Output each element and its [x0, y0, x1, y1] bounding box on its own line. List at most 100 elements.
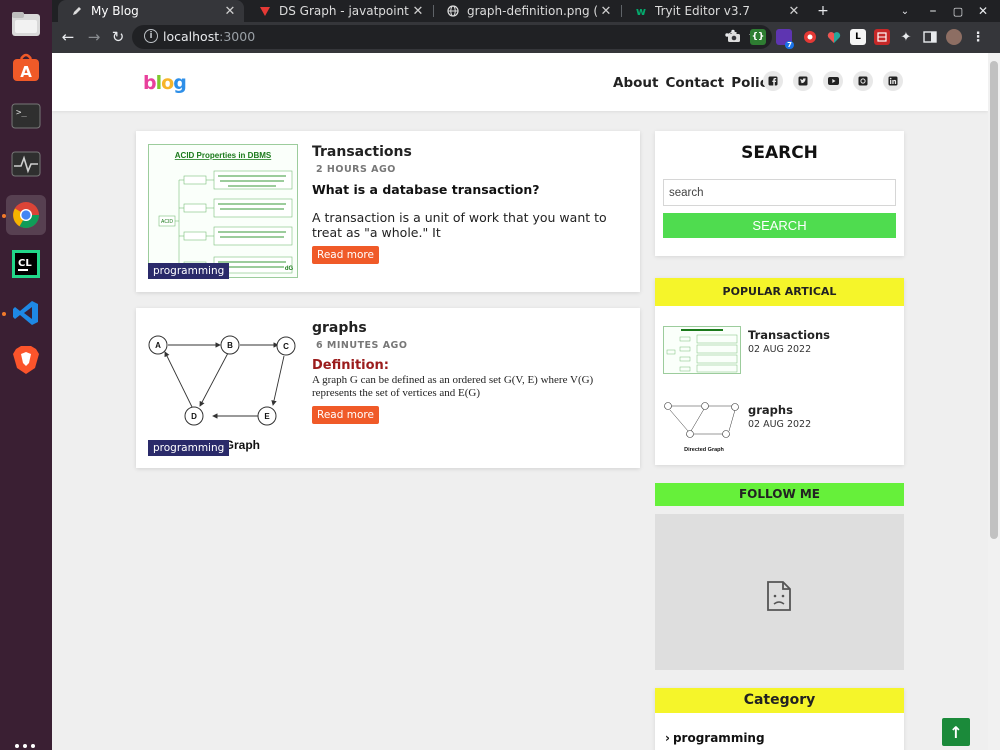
popular-articles-widget: POPULAR ARTICAL Transactions 02 AUG 2022: [655, 278, 904, 465]
graph-node-label: E: [264, 412, 270, 421]
read-more-button[interactable]: Read more: [312, 406, 379, 424]
popular-item-title[interactable]: Transactions: [748, 328, 830, 342]
graph-node-label: B: [227, 341, 233, 350]
chrome-menu-icon[interactable]: ⋮: [970, 29, 986, 45]
maximize-icon[interactable]: ▢: [947, 0, 969, 22]
facebook-icon[interactable]: [763, 71, 783, 91]
clion-app-icon[interactable]: CL: [6, 244, 46, 284]
record-extension-icon[interactable]: [802, 29, 818, 45]
terminal-app-icon[interactable]: >_: [6, 96, 46, 136]
json-extension-icon[interactable]: {}: [750, 29, 766, 45]
tab-my-blog[interactable]: My Blog ✕: [58, 0, 244, 22]
post-thumbnail[interactable]: ACID Properties in DBMS ACID dG: [148, 144, 298, 278]
follow-title: FOLLOW ME: [655, 483, 904, 506]
minimize-icon[interactable]: –: [922, 0, 944, 22]
category-badge[interactable]: programming: [148, 440, 230, 456]
svg-text:>_: >_: [16, 108, 27, 118]
site-header: blog About Contact Policy: [52, 53, 988, 111]
graph-node-label: D: [191, 412, 197, 421]
search-button[interactable]: SEARCH: [663, 213, 896, 238]
url-host: localhost: [163, 29, 220, 44]
read-more-button[interactable]: Read more: [312, 246, 379, 264]
system-monitor-icon[interactable]: [6, 144, 46, 184]
extension-badge-count: 7: [785, 41, 794, 49]
post-card: A B C D E d Graph programming graphs 6 M…: [136, 308, 640, 468]
popular-item[interactable]: Directed Graph: [663, 398, 741, 458]
blog-logo[interactable]: blog: [143, 72, 187, 94]
nav-about[interactable]: About: [613, 75, 658, 91]
ubuntu-dock: A >_ CL: [0, 0, 52, 750]
search-input[interactable]: [663, 179, 896, 206]
site-info-icon[interactable]: i: [144, 29, 158, 43]
logo-letter: g: [173, 72, 187, 94]
popular-thumbnail: Directed Graph: [664, 402, 739, 453]
nav-contact[interactable]: Contact: [665, 75, 724, 91]
page-viewport: blog About Contact Policy ACID Propertie…: [52, 53, 988, 750]
close-tab-icon[interactable]: ✕: [410, 4, 426, 19]
post-subtitle: What is a database transaction?: [312, 182, 540, 197]
close-tab-icon[interactable]: ✕: [222, 4, 238, 19]
close-tab-icon[interactable]: ✕: [598, 4, 614, 19]
popular-item[interactable]: [663, 326, 741, 378]
back-to-top-button[interactable]: ↑: [942, 718, 970, 746]
heart-extension-icon[interactable]: [826, 29, 842, 45]
graph-node-label: C: [283, 342, 289, 351]
post-time: 2 HOURS AGO: [316, 164, 396, 175]
youtube-icon[interactable]: [823, 71, 843, 91]
post-title[interactable]: Transactions: [312, 144, 412, 160]
category-item-label: programming: [672, 731, 765, 745]
popular-thumb-caption: Directed Graph: [684, 447, 724, 453]
profile-avatar-icon[interactable]: [946, 29, 962, 45]
lighthouse-extension-icon[interactable]: L: [850, 29, 866, 45]
main-nav: About Contact Policy: [613, 75, 777, 91]
svg-text:CL: CL: [18, 258, 32, 269]
brave-app-icon[interactable]: [6, 340, 46, 380]
new-tab-icon[interactable]: +: [812, 0, 834, 22]
extension-badge-icon[interactable]: 7: [776, 29, 794, 49]
github-icon[interactable]: [853, 71, 873, 91]
tab-ds-graph[interactable]: DS Graph - javatpoint ✕: [246, 0, 432, 22]
search-widget: SEARCH SEARCH: [655, 131, 904, 256]
linkedin-icon[interactable]: [883, 71, 903, 91]
files-app-icon[interactable]: [6, 4, 46, 44]
category-title: Category: [655, 688, 904, 713]
camera-extension-icon[interactable]: [726, 29, 742, 45]
scrollbar-thumb[interactable]: [990, 61, 998, 539]
address-url: localhost:3000: [163, 29, 255, 44]
side-panel-icon[interactable]: [922, 29, 938, 45]
category-badge[interactable]: programming: [148, 263, 230, 279]
tools-extension-icon[interactable]: [874, 29, 890, 45]
tab-label: Tryit Editor v3.7: [655, 4, 750, 18]
chrome-app-icon[interactable]: [6, 195, 46, 235]
tab-search-icon[interactable]: ⌄: [894, 0, 916, 22]
post-excerpt: A transaction is a unit of work that you…: [312, 210, 607, 240]
w3schools-favicon: w: [635, 4, 647, 18]
page-scrollbar[interactable]: [988, 53, 1000, 750]
popular-item-title[interactable]: graphs: [748, 403, 793, 417]
tab-tryit-editor[interactable]: w Tryit Editor v3.7 ✕: [622, 0, 808, 22]
graph-node-label: A: [155, 341, 161, 350]
social-links: [763, 71, 903, 91]
extensions-puzzle-icon[interactable]: ✦: [898, 29, 914, 45]
vscode-app-icon[interactable]: [6, 293, 46, 333]
close-tab-icon[interactable]: ✕: [786, 4, 802, 19]
forward-icon[interactable]: →: [84, 27, 104, 47]
app-grid-icon[interactable]: [14, 738, 38, 748]
tab-label: My Blog: [91, 4, 139, 18]
back-icon[interactable]: ←: [58, 27, 78, 47]
thumb-root: ACID: [161, 219, 173, 225]
twitter-icon[interactable]: [793, 71, 813, 91]
tab-graph-definition[interactable]: graph-definition.png (332 ✕: [434, 0, 620, 22]
address-bar[interactable]: i localhost:3000 ☆: [132, 25, 772, 49]
reload-icon[interactable]: ↻: [108, 27, 128, 47]
svg-text:A: A: [20, 63, 32, 81]
url-port: :3000: [219, 29, 256, 44]
arrow-up-icon: ↑: [949, 722, 963, 742]
post-title[interactable]: graphs: [312, 320, 367, 336]
broken-document-icon: [766, 580, 792, 616]
category-item[interactable]: › programming: [665, 731, 765, 745]
post-thumbnail[interactable]: A B C D E: [148, 321, 298, 449]
software-store-icon[interactable]: A: [6, 48, 46, 88]
close-window-icon[interactable]: ✕: [972, 0, 994, 22]
browser-toolbar: ← → ↻ i localhost:3000 ☆ {} 7 L ✦ ⋮: [52, 22, 1000, 53]
